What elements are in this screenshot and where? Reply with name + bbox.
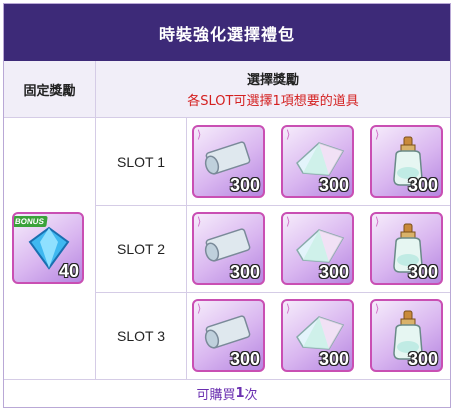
- slot-3-item-crystal[interactable]: ⟩ 300: [281, 299, 354, 372]
- fixed-reward-header: 固定獎勵: [4, 61, 96, 118]
- item-quantity: 300: [318, 262, 349, 282]
- slot-3-item-scroll[interactable]: ⟩ 300: [192, 299, 265, 372]
- slot-3-item-potion[interactable]: ⟩ 300: [370, 299, 443, 372]
- slot-2-item-scroll[interactable]: ⟩ 300: [192, 212, 265, 285]
- purchase-limit-suffix: 次: [244, 388, 258, 403]
- slot-1-label: SLOT 1: [96, 118, 187, 206]
- slot-3-label: SLOT 3: [96, 293, 187, 380]
- bonus-badge: BONUS: [14, 216, 48, 227]
- item-quantity: 300: [229, 262, 260, 282]
- item-quantity: 40: [58, 261, 79, 281]
- slot-1-item-crystal[interactable]: ⟩ 300: [281, 125, 354, 198]
- item-quantity: 300: [318, 175, 349, 195]
- slot-3-items: ⟩ 300 ⟩ 300 ⟩ 300: [187, 293, 450, 380]
- purchase-limit: 可購買 1次: [4, 380, 450, 407]
- slot-1-item-scroll[interactable]: ⟩ 300: [192, 125, 265, 198]
- item-quantity: 300: [229, 175, 260, 195]
- purchase-limit-prefix: 可購買: [196, 388, 236, 403]
- select-reward-note: 各SLOT可選擇1項想要的道具: [187, 94, 359, 109]
- slot-2-item-potion[interactable]: ⟩ 300: [370, 212, 443, 285]
- item-quantity: 300: [407, 349, 438, 369]
- package-table: 時裝強化選擇禮包 固定獎勵 選擇獎勵 各SLOT可選擇1項想要的道具 BONUS…: [3, 3, 451, 408]
- slot-1-item-potion[interactable]: ⟩ 300: [370, 125, 443, 198]
- fixed-reward-item[interactable]: BONUS 40: [12, 212, 84, 284]
- select-reward-header-label: 選擇獎勵: [246, 73, 299, 88]
- item-quantity: 300: [229, 349, 260, 369]
- item-quantity: 300: [318, 349, 349, 369]
- slot-1-items: ⟩ 300 ⟩ 300 ⟩ 300: [187, 118, 450, 206]
- fixed-reward-header-label: 固定獎勵: [23, 83, 76, 99]
- slot-2-item-crystal[interactable]: ⟩ 300: [281, 212, 354, 285]
- select-reward-header: 選擇獎勵 各SLOT可選擇1項想要的道具: [96, 61, 450, 118]
- slot-2-label: SLOT 2: [96, 206, 187, 293]
- item-quantity: 300: [407, 262, 438, 282]
- purchase-limit-count: 1: [235, 386, 245, 401]
- package-title: 時裝強化選擇禮包: [4, 4, 450, 61]
- fixed-reward-cell: BONUS 40: [4, 118, 96, 380]
- slot-2-items: ⟩ 300 ⟩ 300 ⟩ 300: [187, 206, 450, 293]
- item-quantity: 300: [407, 175, 438, 195]
